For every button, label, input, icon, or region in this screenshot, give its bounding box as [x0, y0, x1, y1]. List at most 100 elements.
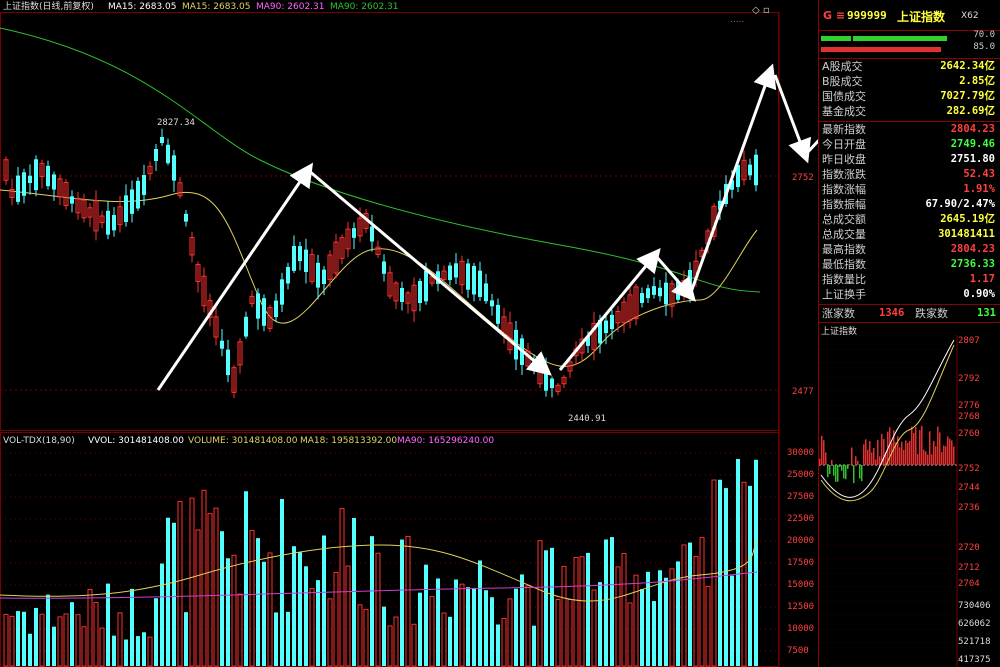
volume-bar — [627, 602, 633, 667]
volume-bar — [501, 617, 507, 667]
volume-bar — [610, 537, 614, 666]
candle — [34, 155, 38, 197]
candle — [130, 180, 134, 223]
advances-count: 1346 — [879, 307, 905, 319]
intraday-bar — [939, 432, 941, 465]
quote-row: 指数涨跌 52.43 — [819, 167, 999, 182]
intraday-bar — [869, 441, 871, 465]
volume-bar — [327, 598, 333, 667]
quote-row-value: 1.91% — [963, 183, 995, 195]
candle — [688, 262, 692, 303]
volume-bar — [375, 552, 381, 667]
candle — [280, 272, 284, 313]
intraday-bar — [945, 446, 947, 465]
candle — [472, 262, 476, 302]
intraday-bar — [915, 427, 917, 465]
intraday-bar — [845, 465, 847, 480]
candle — [286, 262, 290, 290]
intraday-bar — [879, 456, 881, 465]
volume-bar — [532, 625, 536, 666]
stats-list: 最新指数 2804.23 今日开盘 2749.46 昨日收盘 2751.80 指数涨跌 52.… — [819, 122, 1000, 305]
volume-label: VOLUME: 301481408.00 — [188, 436, 298, 446]
candle — [142, 164, 146, 206]
candle — [87, 203, 93, 227]
volume-bar — [621, 552, 627, 667]
chart-grid: ..... — [0, 12, 780, 667]
candle — [220, 328, 224, 357]
volume-bar — [652, 601, 656, 666]
volume-bar — [370, 536, 374, 666]
candle — [70, 190, 74, 213]
candle — [669, 280, 675, 318]
volume-bar — [201, 489, 207, 667]
candle — [256, 288, 260, 330]
volume-bar — [112, 635, 116, 666]
quote-row-value: 52.43 — [963, 168, 995, 180]
intraday-bar — [821, 435, 823, 465]
main-chart-svg[interactable]: ..... — [0, 0, 818, 667]
volume-bar — [525, 585, 531, 667]
volume-bar — [688, 542, 692, 666]
volume-bar — [34, 607, 38, 666]
volume-bar — [267, 552, 273, 667]
volume-axis-tick: 22500 — [787, 514, 815, 524]
candle — [352, 222, 356, 250]
ma18-label: MA18: 195813392.00 — [300, 436, 398, 446]
volume-bar — [63, 613, 69, 667]
candle — [532, 354, 536, 375]
volume-bar — [280, 498, 284, 666]
quote-sidebar: G ≡ 999999 上证指数 X62 70.0 85.0 A股成交 2642.3… — [818, 0, 1000, 667]
volume-axis-tick: 12500 — [787, 602, 815, 612]
candle — [298, 241, 302, 271]
window-controls-icon[interactable]: ◇ ▫ — [752, 5, 770, 17]
intraday-bar — [851, 447, 853, 465]
candle — [520, 334, 524, 375]
candle — [418, 278, 422, 312]
volume-bar — [484, 590, 488, 666]
volume-axis-tick: 30000 — [787, 448, 815, 458]
candle — [46, 160, 50, 190]
intraday-axis-tick: 2792 — [958, 374, 980, 384]
candle — [124, 184, 128, 227]
candle — [448, 262, 452, 286]
quote-row-label: 总成交量 — [822, 228, 866, 241]
volume-bar — [249, 530, 255, 667]
volume-bar — [459, 583, 465, 667]
candle — [160, 128, 164, 146]
quote-row: 指数量比 1.17 — [819, 272, 999, 287]
volume-bar — [309, 588, 315, 667]
index-code: 999999 — [847, 9, 887, 22]
candle — [741, 150, 747, 186]
volume-bar — [705, 585, 711, 667]
volume-bar — [640, 589, 644, 666]
intraday-bar — [831, 459, 833, 465]
intraday-axis-tick: 2704 — [958, 579, 980, 589]
intraday-bar — [949, 438, 951, 465]
candle — [57, 174, 63, 206]
quote-row-label: 指数振幅 — [822, 198, 866, 211]
volume-bar — [724, 488, 728, 666]
intraday-bar — [823, 440, 825, 465]
intraday-volume-tick: 626062 — [958, 619, 991, 629]
volume-bar — [136, 636, 140, 666]
volume-bar — [177, 500, 183, 667]
intraday-bar — [933, 440, 935, 465]
quote-row-label: 基金成交 — [822, 105, 866, 118]
intraday-bar — [827, 465, 829, 478]
vol-ma90-label: MA90: 165296240.00 — [397, 436, 495, 446]
intraday-bar — [927, 454, 929, 465]
candle — [166, 138, 170, 166]
intraday-bar — [899, 447, 901, 465]
quote-row-label: 最新指数 — [822, 123, 866, 136]
candle — [610, 309, 614, 340]
candle — [652, 277, 656, 299]
quote-row-value: 2642.34亿 — [940, 60, 995, 72]
quote-row-value: 67.90/2.47% — [925, 198, 995, 210]
intraday-bar — [835, 465, 837, 482]
advances-label: 涨家数 — [822, 307, 855, 320]
candle — [621, 297, 627, 333]
code-prefix: G ≡ — [823, 9, 846, 22]
intraday-axis-tick: 2807 — [958, 336, 980, 346]
intraday-bar — [953, 446, 955, 465]
volume-bar — [466, 587, 470, 666]
